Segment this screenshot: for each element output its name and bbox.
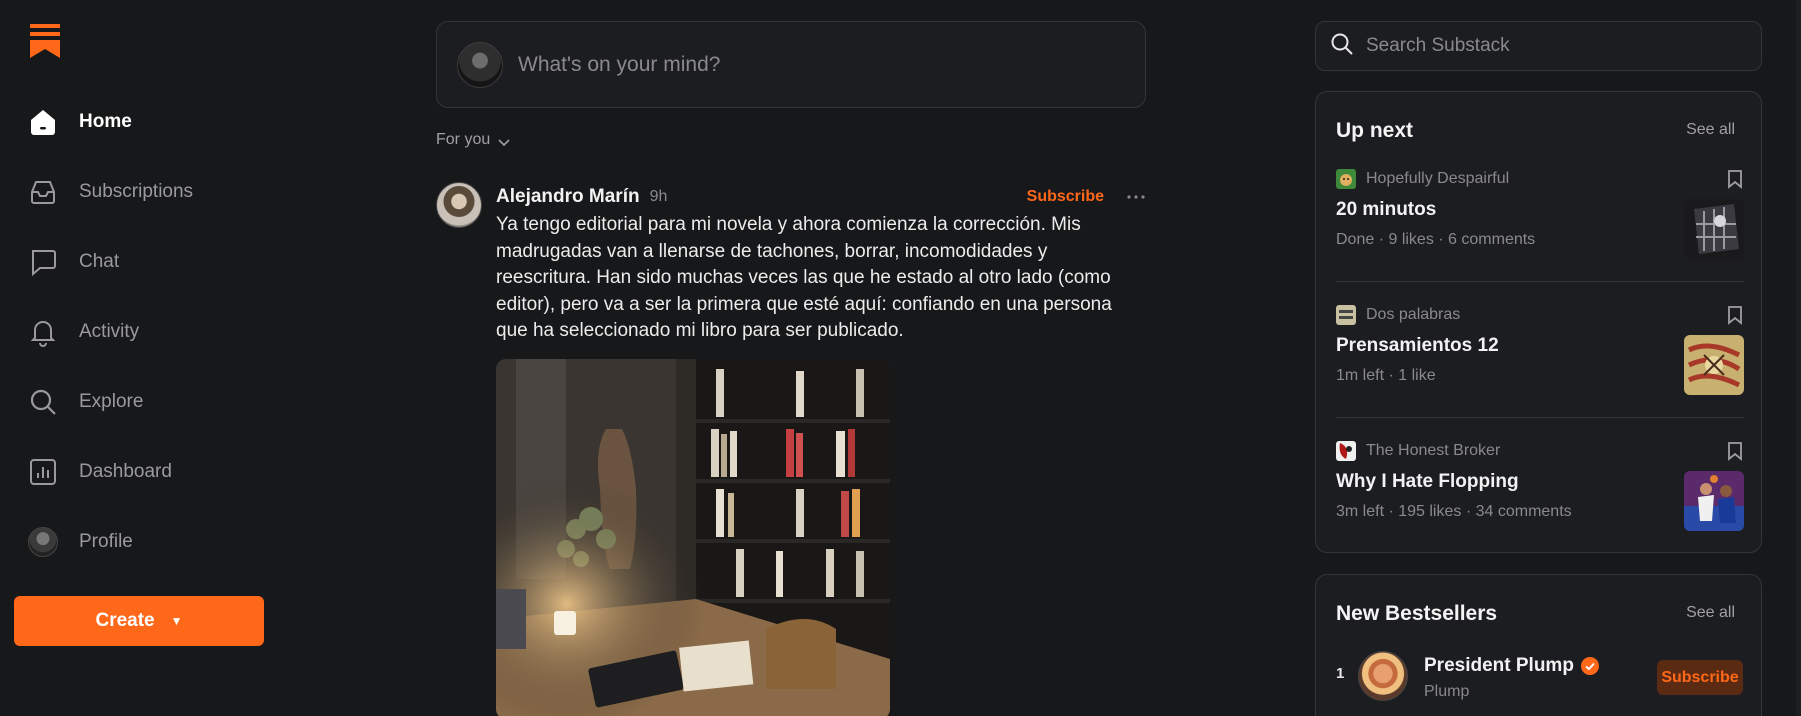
post-body: Ya tengo editorial para mi novela y ahor… (496, 214, 1112, 341)
search-icon (28, 387, 58, 417)
sidebar: Home Subscriptions Chat Activity Explore… (0, 0, 280, 716)
sidebar-item-label: Subscriptions (79, 181, 194, 202)
sidebar-item-label: Home (79, 111, 132, 132)
sidebar-item-subscriptions[interactable]: Subscriptions (28, 172, 258, 212)
post-timestamp: 9h (649, 188, 668, 205)
up-next-item[interactable]: Hopefully Despairful 20 minutos Done · 9… (1336, 159, 1744, 295)
sidebar-item-label: Explore (79, 391, 144, 412)
search-box[interactable] (1315, 21, 1762, 71)
bookmark-icon[interactable] (1726, 305, 1744, 325)
sidebar-item-activity[interactable]: Activity (28, 312, 258, 352)
create-button[interactable]: Create ▼ (14, 596, 264, 646)
sidebar-item-label: Chat (79, 251, 120, 272)
post-composer[interactable] (436, 21, 1146, 108)
new-bestsellers-card: New Bestsellers See all 1 President Plum… (1315, 574, 1762, 716)
publication-row: Dos palabras (1336, 305, 1460, 325)
publication-name: The Honest Broker (1366, 442, 1501, 459)
more-options-icon[interactable] (1126, 187, 1146, 207)
up-next-item-meta: Done · 9 likes · 6 comments (1336, 231, 1536, 248)
up-next-see-all-link[interactable]: See all (1686, 121, 1735, 139)
publication-logo-icon (1336, 169, 1356, 189)
caret-down-icon: ▼ (170, 614, 183, 628)
publication-logo-icon (1336, 305, 1356, 325)
sidebar-item-chat[interactable]: Chat (28, 242, 258, 282)
post-header: Alejandro Marín 9h Subscribe (496, 184, 1146, 210)
bestsellers-see-all-link[interactable]: See all (1686, 604, 1735, 622)
post-image[interactable] (496, 359, 890, 716)
sidebar-item-explore[interactable]: Explore (28, 382, 258, 422)
bestseller-subscribe-button[interactable]: Subscribe (1657, 660, 1743, 695)
divider (1336, 417, 1744, 418)
publication-logo-icon (1336, 441, 1356, 461)
up-next-item-title[interactable]: 20 minutos (1336, 199, 1436, 221)
verified-badge-icon (1580, 657, 1599, 675)
home-icon (28, 107, 58, 137)
create-button-label: Create (95, 610, 155, 631)
up-next-item[interactable]: Dos palabras Prensamientos 12 1m left · … (1336, 295, 1744, 431)
up-next-thumbnail[interactable] (1684, 471, 1744, 531)
feed-filter-dropdown[interactable]: For you (436, 131, 510, 149)
sidebar-item-label: Activity (79, 321, 140, 342)
search-input[interactable] (1366, 35, 1746, 57)
sidebar-item-home[interactable]: Home (28, 102, 258, 142)
bestseller-avatar[interactable] (1358, 651, 1408, 701)
publication-row: The Honest Broker (1336, 441, 1500, 461)
up-next-thumbnail[interactable] (1684, 335, 1744, 395)
avatar (457, 41, 503, 88)
feed-filter-label: For you (436, 131, 491, 148)
bell-icon (28, 317, 58, 347)
up-next-item-title[interactable]: Prensamientos 12 (1336, 335, 1499, 357)
post-subscribe-button[interactable]: Subscribe (1027, 188, 1104, 206)
publication-row: Hopefully Despairful (1336, 169, 1509, 189)
up-next-title: Up next (1336, 119, 1414, 142)
up-next-item[interactable]: The Honest Broker Why I Hate Flopping 3m… (1336, 431, 1744, 567)
sidebar-item-profile[interactable]: Profile (28, 522, 258, 562)
bookmark-icon[interactable] (1726, 169, 1744, 189)
search-icon (1330, 32, 1354, 61)
inbox-icon (28, 177, 58, 207)
bestseller-name[interactable]: President Plump (1424, 655, 1574, 677)
bar-chart-icon (28, 457, 58, 487)
author-avatar[interactable] (436, 182, 482, 228)
page-scrollbar[interactable] (1796, 0, 1801, 716)
post-author[interactable]: Alejandro Marín (496, 186, 640, 208)
bestseller-subtitle: Plump (1424, 683, 1470, 700)
chevron-down-icon (498, 135, 510, 147)
divider (1336, 281, 1744, 282)
sidebar-item-dashboard[interactable]: Dashboard (28, 452, 258, 492)
composer-input[interactable] (518, 52, 1078, 77)
up-next-card: Up next See all Hopefully Despairful 20 … (1315, 91, 1762, 553)
chat-bubble-icon (28, 247, 58, 277)
sidebar-item-label: Profile (79, 531, 133, 552)
substack-logo-icon[interactable] (30, 24, 60, 58)
sidebar-item-label: Dashboard (79, 461, 172, 482)
avatar (28, 527, 58, 557)
up-next-item-title[interactable]: Why I Hate Flopping (1336, 471, 1519, 493)
publication-name: Dos palabras (1366, 306, 1461, 323)
bestseller-name-row: President Plump (1424, 655, 1599, 677)
publication-name: Hopefully Despairful (1366, 170, 1510, 187)
up-next-thumbnail[interactable] (1684, 199, 1744, 259)
bookmark-icon[interactable] (1726, 441, 1744, 461)
up-next-item-meta: 3m left · 195 likes · 34 comments (1336, 503, 1572, 520)
bestseller-rank: 1 (1336, 665, 1345, 682)
up-next-item-meta: 1m left · 1 like (1336, 367, 1436, 384)
new-bestsellers-title: New Bestsellers (1336, 602, 1498, 625)
